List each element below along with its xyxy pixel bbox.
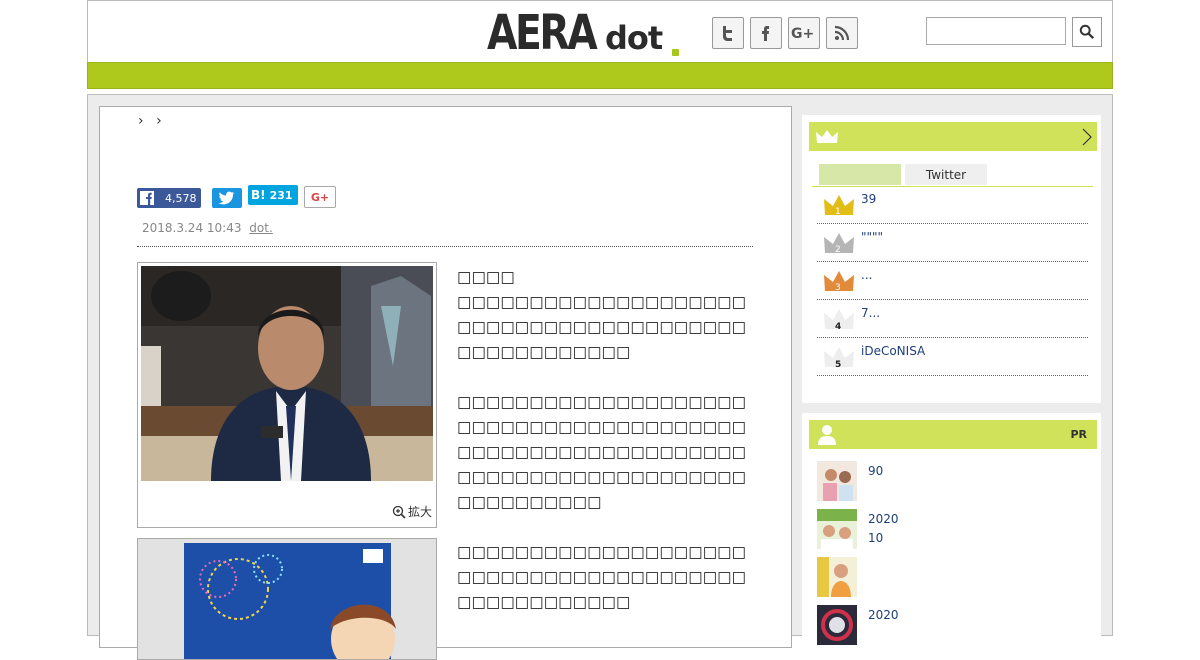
pr-thumbnail <box>817 557 857 597</box>
search-button[interactable] <box>1072 17 1102 47</box>
breadcrumb-separator: › <box>138 113 144 129</box>
google-plus-icon[interactable]: G+ <box>788 17 820 49</box>
svg-text:2: 2 <box>835 245 841 255</box>
facebook-icon[interactable] <box>750 17 782 49</box>
google-plus-share-button[interactable]: G+ <box>304 186 336 208</box>
rss-icon[interactable] <box>826 17 858 49</box>
ranking-item-text: 39 <box>861 192 877 206</box>
pr-header: PR <box>809 420 1097 449</box>
site-logo[interactable]: AERA dot <box>487 7 682 59</box>
ranking-header[interactable] <box>809 122 1097 151</box>
svg-text:G+: G+ <box>791 26 814 42</box>
ranking-item-text: """" <box>861 230 884 244</box>
ranking-item-text: ... <box>861 268 873 282</box>
zoom-button[interactable]: 拡大 <box>392 503 432 520</box>
site-container: AERA dot G+ › › 4,578 B! 231 G+ 2018.3.2… <box>87 0 1113 660</box>
rank-3-crown-icon: 3 <box>824 271 854 293</box>
google-plus-icon: G+ <box>310 190 330 204</box>
svg-text:1: 1 <box>835 207 841 217</box>
publish-date: 2018.3.24 10:43 <box>142 221 242 235</box>
hatena-icon: B! <box>251 188 266 202</box>
article-paragraph: □□□□□□□□□□□□□□□□□□□□□□□□□□□□□□□□□□□□□□□□… <box>457 293 747 361</box>
pr-item-text: 2020 10 <box>868 512 899 545</box>
related-dvd-image-frame[interactable] <box>137 538 437 660</box>
article-photo-frame[interactable]: 拡大 <box>137 262 437 528</box>
rank-2-crown-icon: 2 <box>824 233 854 255</box>
ranking-item-text: iDeCoNISA <box>861 344 926 358</box>
ranking-item[interactable]: 3 ... <box>817 262 1088 300</box>
logo-aera-text: AERA <box>487 5 598 61</box>
article-paragraph: □□□□□□□□□□□□□□□□□□□□□□□□□□□□□□□□□□□□□□□□… <box>457 543 747 611</box>
twitter-icon <box>219 191 235 205</box>
article-photo <box>141 266 433 481</box>
pr-label: PR <box>1070 428 1087 441</box>
zoom-icon <box>392 505 406 519</box>
ranking-item[interactable]: 4 7... <box>817 300 1088 338</box>
dvd-cover-image <box>184 543 396 659</box>
article-heading: □□□□ <box>457 268 515 286</box>
article-body: □□□□ □□□□□□□□□□□□□□□□□□□□□□□□□□□□□□□□□□□… <box>457 265 753 640</box>
pr-thumbnail <box>817 461 857 501</box>
ranking-item[interactable]: 5 iDeCoNISA <box>817 338 1088 376</box>
svg-text:4: 4 <box>835 322 841 331</box>
global-nav-bar <box>87 62 1113 89</box>
svg-text:5: 5 <box>835 360 841 369</box>
logo-dot-mark <box>672 49 679 56</box>
chevron-right-icon <box>1082 128 1092 146</box>
facebook-icon <box>140 191 154 205</box>
article-panel: › › 4,578 B! 231 G+ 2018.3.24 10:43 dot. <box>99 106 792 660</box>
hatena-count: 231 <box>269 188 293 202</box>
search-input[interactable] <box>926 17 1066 45</box>
tab-twitter[interactable]: Twitter <box>905 164 987 185</box>
facebook-share-button[interactable]: 4,578 <box>137 188 201 208</box>
divider <box>137 246 753 247</box>
rank-1-crown-icon: 1 <box>824 195 854 217</box>
twitter-share-button[interactable] <box>212 188 242 208</box>
ranking-item[interactable]: 1 39 <box>817 186 1088 224</box>
hatena-bookmark-button[interactable]: B! 231 <box>248 185 298 205</box>
pr-item-text: 2020 <box>868 608 899 622</box>
facebook-share-count: 4,578 <box>165 191 197 205</box>
site-header: AERA dot G+ <box>87 0 1113 63</box>
content-frame: › › 4,578 B! 231 G+ 2018.3.24 10:43 dot. <box>87 94 1113 660</box>
zoom-label: 拡大 <box>407 505 432 519</box>
breadcrumb-separator: › <box>156 113 162 129</box>
pr-thumbnail <box>817 605 857 645</box>
crown-icon <box>816 130 838 143</box>
logo-dot-text: dot <box>605 19 663 57</box>
breadcrumb: › › <box>138 113 162 129</box>
pr-item-text: 90 <box>868 464 884 478</box>
person-icon <box>818 425 836 445</box>
svg-text:3: 3 <box>835 283 841 293</box>
ranking-widget: Twitter 1 39 2 """" 3 ... 4 7... 5 iDeCo… <box>802 115 1101 403</box>
pr-thumbnail <box>817 509 857 549</box>
search-icon <box>1079 24 1095 40</box>
rank-4-crown-icon: 4 <box>824 309 854 331</box>
ranking-item-text: 7... <box>861 306 881 320</box>
pr-widget: PR 90 2020 10 2020 <box>802 413 1101 645</box>
twitter-icon[interactable] <box>712 17 744 49</box>
article-date: 2018.3.24 10:43 dot. <box>142 221 273 235</box>
source-link[interactable]: dot. <box>249 221 272 235</box>
ranking-item[interactable]: 2 """" <box>817 224 1088 262</box>
rank-5-crown-icon: 5 <box>824 347 854 369</box>
tab-ranking-default[interactable] <box>819 164 901 185</box>
article-paragraph: □□□□□□□□□□□□□□□□□□□□□□□□□□□□□□□□□□□□□□□□… <box>457 393 747 511</box>
